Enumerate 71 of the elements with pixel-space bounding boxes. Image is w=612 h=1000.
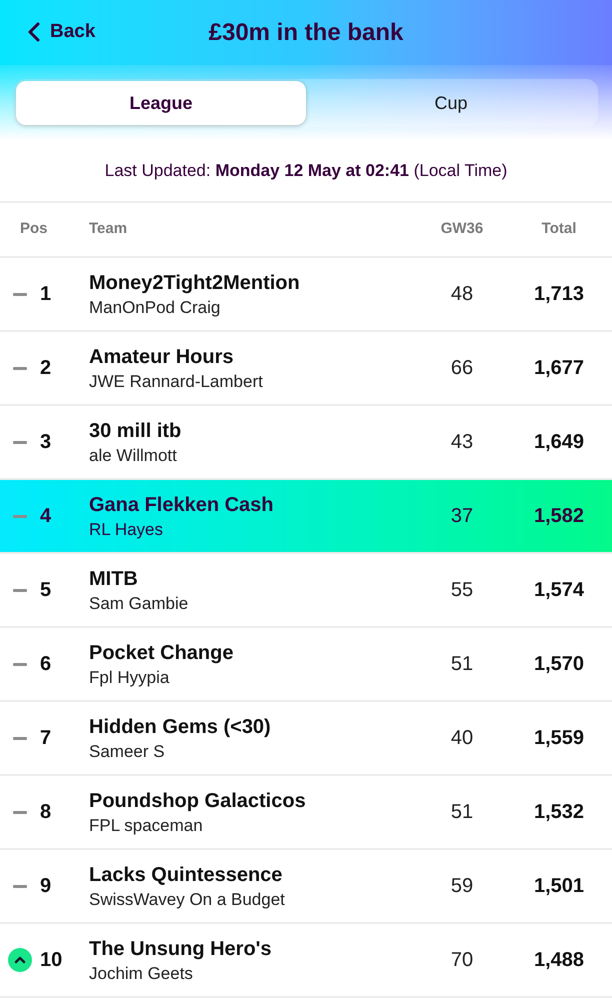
dash-icon: [13, 810, 27, 814]
position-text: 6: [40, 652, 52, 677]
gameweek-points: 37: [450, 504, 474, 529]
position-text: 8: [40, 800, 52, 825]
manager-name: Sameer S: [89, 742, 166, 762]
total-points: 1,570: [534, 652, 584, 677]
gameweek-points: 66: [450, 356, 474, 381]
manager-name: RL Hayes: [89, 520, 164, 540]
gameweek-points: 40: [450, 726, 474, 751]
team-name: Lacks Quintessence: [89, 862, 284, 886]
gameweek-points: 59: [450, 874, 474, 899]
total-points: 1,582: [534, 504, 584, 529]
total-points: 1,713: [534, 282, 584, 307]
team-name: Pocket Change: [89, 640, 234, 664]
page-title: £30m in the bank: [208, 18, 404, 48]
total-points: 1,532: [534, 800, 584, 825]
total-points: 1,501: [534, 874, 584, 899]
highlighted-row[interactable]: 4 Gana Flekken Cash RL Hayes 37 1,582: [0, 480, 612, 554]
gameweek-points: 43: [450, 430, 474, 455]
manager-name: FPL spaceman: [89, 816, 204, 836]
manager-name: SwissWavey On a Budget: [89, 890, 286, 910]
position-text: 9: [40, 874, 52, 899]
team-name: MITB: [89, 566, 139, 590]
position-text: 10: [40, 948, 62, 973]
team-name: Hidden Gems (<30): [89, 714, 272, 738]
manager-name: Sam Gambie: [89, 594, 190, 614]
team-name: Money2Tight2Mention: [89, 270, 301, 294]
column-header: GW36: [440, 219, 484, 240]
team-name: 30 mill itb: [89, 418, 182, 442]
dash-icon: [13, 662, 27, 666]
back-button[interactable]: Back: [28, 18, 96, 46]
total-points: 1,649: [534, 430, 584, 455]
manager-name: ale Willmott: [89, 446, 178, 466]
position-text: 5: [40, 578, 52, 603]
position-text: 2: [40, 356, 52, 381]
total-points: 1,574: [534, 578, 584, 603]
gameweek-points: 51: [450, 652, 474, 677]
manager-name: Fpl Hyypia: [89, 668, 170, 688]
dash-icon: [13, 292, 27, 296]
dash-icon: [13, 366, 27, 370]
position-text: 3: [40, 430, 52, 455]
gameweek-points: 48: [450, 282, 474, 307]
column-header: Pos: [20, 220, 48, 238]
total-points: 1,559: [534, 726, 584, 751]
total-points: 1,488: [534, 948, 584, 973]
position-text: 1: [40, 282, 52, 307]
gameweek-points: 55: [450, 578, 474, 603]
total-points: 1,677: [534, 356, 584, 381]
column-header: Team: [89, 220, 128, 238]
manager-name: JWE Rannard-Lambert: [89, 372, 264, 392]
last-updated-text: Last Updated: Monday 12 May at 02:41 (Local Time): [104, 160, 508, 182]
team-name: Poundshop Galacticos: [89, 788, 307, 812]
team-name: Amateur Hours: [89, 344, 234, 368]
tab[interactable]: League: [16, 81, 306, 125]
dash-icon: [13, 588, 27, 592]
manager-name: ManOnPod Craig: [89, 298, 222, 318]
dash-icon: [13, 884, 27, 888]
position-text: 4: [40, 504, 52, 529]
dash-icon: [13, 440, 27, 444]
gameweek-points: 51: [450, 800, 474, 825]
dash-icon: [13, 736, 27, 740]
position-text: 7: [40, 726, 52, 751]
gameweek-points: 70: [450, 948, 474, 973]
team-name: Gana Flekken Cash: [89, 492, 275, 516]
tab[interactable]: Cup: [306, 81, 596, 125]
back-chevron-icon: [28, 22, 40, 42]
up-caret-icon: [8, 948, 32, 972]
manager-name: Jochim Geets: [89, 964, 194, 984]
team-name: The Unsung Hero's: [89, 936, 273, 960]
column-header: Total: [542, 219, 576, 240]
dash-icon: [13, 514, 27, 518]
